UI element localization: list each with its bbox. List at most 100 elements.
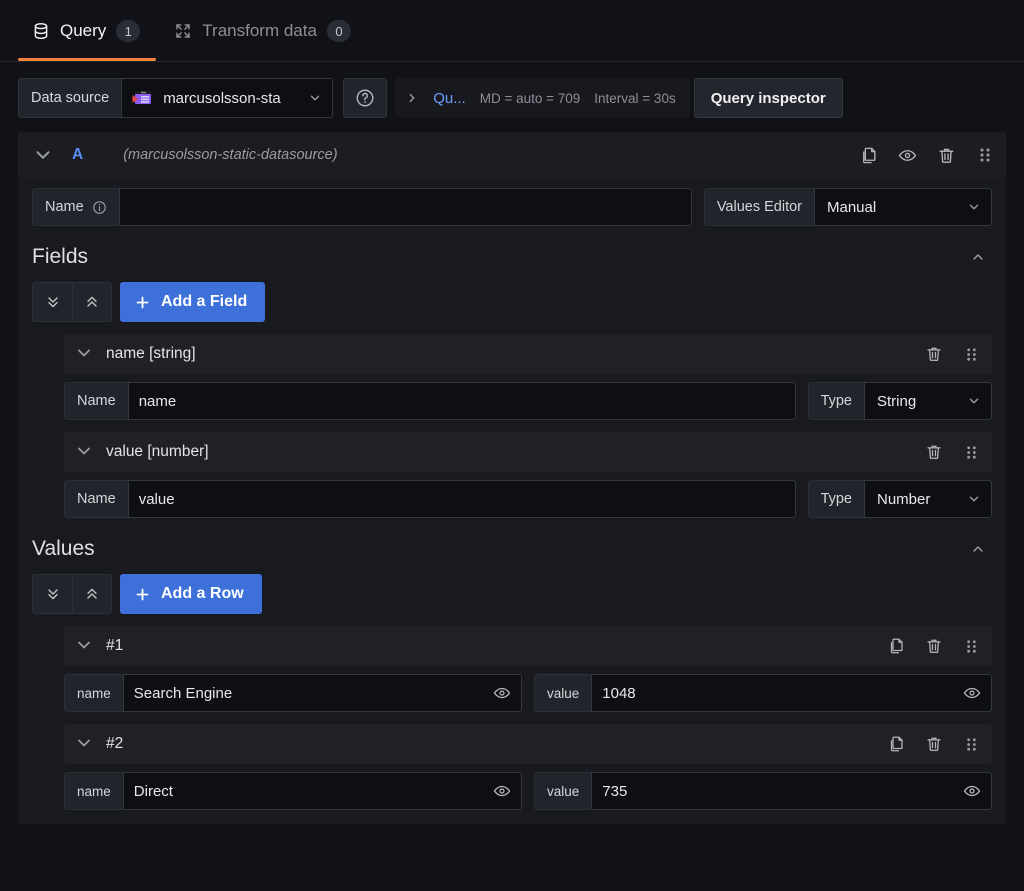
chevron-down-icon[interactable] <box>74 441 96 463</box>
values-editor-field: Values Editor Manual <box>703 188 992 226</box>
value-row-name-field: name Search Engine <box>64 674 522 712</box>
value-row-value-label: value <box>534 674 592 712</box>
value-row-name-field: name Direct <box>64 772 522 810</box>
values-section-toolbar: Add a Row <box>32 574 992 614</box>
plus-icon <box>134 586 151 603</box>
value-row-title: #1 <box>106 637 124 654</box>
field-item-header[interactable]: name [string] <box>64 334 992 374</box>
values-editor-select[interactable]: Manual <box>814 188 992 226</box>
eye-icon[interactable] <box>963 684 981 702</box>
field-name-input[interactable]: value <box>127 480 796 518</box>
chevrons-down-icon[interactable] <box>32 574 72 614</box>
question-circle-icon <box>355 88 375 108</box>
query-row-actions <box>859 146 994 165</box>
chevron-down-icon[interactable] <box>74 635 96 657</box>
value-row-header[interactable]: #2 <box>64 724 992 764</box>
values-editor-value: Manual <box>827 198 877 216</box>
value-row-name-input[interactable]: Search Engine <box>122 674 522 712</box>
drag-handle-icon[interactable] <box>976 146 994 164</box>
drag-handle-icon[interactable] <box>963 638 980 655</box>
chevron-down-icon[interactable] <box>74 733 96 755</box>
query-row-a: A (marcusolsson-static-datasource) Name … <box>18 132 1006 824</box>
eye-icon[interactable] <box>963 782 981 800</box>
fields-section-header: Fields <box>32 242 992 272</box>
eye-icon[interactable] <box>493 782 511 800</box>
query-name-label: Name <box>32 188 119 226</box>
value-row-header[interactable]: #1 <box>64 626 992 666</box>
trash-icon[interactable] <box>925 443 943 461</box>
field-item-header[interactable]: value [number] <box>64 432 992 472</box>
drag-handle-icon[interactable] <box>963 736 980 753</box>
chevron-right-icon <box>405 91 419 105</box>
value-row-value-field: value 735 <box>534 772 992 810</box>
field-item: value [number] Name value Type Number <box>64 432 992 518</box>
editor-tab-bar: Query 1 Transform data 0 <box>0 0 1024 62</box>
tab-transform-data[interactable]: Transform data 0 <box>160 1 367 61</box>
query-options-toggle[interactable]: Qu... MD = auto = 709 Interval = 30s <box>395 78 690 118</box>
drag-handle-icon[interactable] <box>963 346 980 363</box>
tab-query[interactable]: Query 1 <box>18 1 157 61</box>
fields-expand-collapse-group <box>32 282 112 322</box>
eye-icon[interactable] <box>493 684 511 702</box>
tab-query-label: Query <box>60 21 107 40</box>
trash-icon[interactable] <box>925 345 943 363</box>
chevron-down-icon[interactable] <box>74 343 96 365</box>
field-item-title: name [string] <box>106 345 196 362</box>
chevron-up-icon[interactable] <box>970 249 992 265</box>
value-row: #1 name Search Engine value 1048 <box>64 626 992 712</box>
datasource-picker-value: marcusolsson-sta <box>163 89 281 107</box>
value-row-name-input[interactable]: Direct <box>122 772 522 810</box>
database-icon <box>32 22 50 40</box>
chevron-down-icon <box>308 91 322 105</box>
field-name-field: Name name <box>64 382 796 420</box>
static-datasource-logo-icon <box>132 90 154 107</box>
field-name-input[interactable]: name <box>127 382 796 420</box>
info-circle-icon[interactable] <box>92 200 107 215</box>
chevrons-up-icon[interactable] <box>72 282 112 322</box>
field-type-label: Type <box>807 480 864 518</box>
datasource-help-button[interactable] <box>343 78 388 118</box>
values-expand-collapse-group <box>32 574 112 614</box>
datasource-picker[interactable]: marcusolsson-sta <box>121 78 334 118</box>
query-editor-list: A (marcusolsson-static-datasource) Name … <box>0 132 1024 824</box>
add-row-button[interactable]: Add a Row <box>120 574 262 614</box>
eye-icon[interactable] <box>898 146 917 165</box>
field-type-select[interactable]: String <box>864 382 992 420</box>
value-row-value-label: value <box>534 772 592 810</box>
query-row-header[interactable]: A (marcusolsson-static-datasource) <box>18 132 1006 178</box>
drag-handle-icon[interactable] <box>963 444 980 461</box>
copy-icon[interactable] <box>887 637 905 655</box>
copy-icon[interactable] <box>859 146 878 165</box>
max-data-points-text: MD = auto = 709 <box>479 90 581 106</box>
plus-icon <box>134 294 151 311</box>
copy-icon[interactable] <box>887 735 905 753</box>
value-row-name-label: name <box>64 674 123 712</box>
chevrons-up-icon[interactable] <box>72 574 112 614</box>
add-field-button-label: Add a Field <box>161 293 248 310</box>
chevron-up-icon[interactable] <box>970 541 992 557</box>
field-name-label: Name <box>64 382 128 420</box>
query-name-input[interactable] <box>118 188 692 226</box>
trash-icon[interactable] <box>937 146 956 165</box>
query-datasource-name: (marcusolsson-static-datasource) <box>123 147 338 163</box>
transform-icon <box>174 22 192 40</box>
query-inspector-button[interactable]: Query inspector <box>693 78 843 118</box>
chevron-down-icon[interactable] <box>32 144 54 166</box>
value-row-value-input[interactable]: 1048 <box>591 674 992 712</box>
add-row-button-label: Add a Row <box>161 585 244 602</box>
interval-text: Interval = 30s <box>594 90 676 106</box>
field-type-select[interactable]: Number <box>864 480 992 518</box>
chevrons-down-icon[interactable] <box>32 282 72 322</box>
add-field-button[interactable]: Add a Field <box>120 282 266 322</box>
trash-icon[interactable] <box>925 735 943 753</box>
values-section-header: Values <box>32 534 992 564</box>
value-row: #2 name Direct value 735 <box>64 724 992 810</box>
chevron-down-icon <box>967 394 981 408</box>
fields-section: Fields Add a Field name [string] Name na… <box>32 242 992 518</box>
values-section: Values Add a Row #1 name Search Engine v… <box>32 534 992 810</box>
query-toolbar: Data source marcusolsson-sta Qu... MD = … <box>0 62 1024 132</box>
datasource-label: Data source <box>18 78 122 118</box>
trash-icon[interactable] <box>925 637 943 655</box>
value-row-value-input[interactable]: 735 <box>591 772 992 810</box>
values-section-title: Values <box>32 537 95 560</box>
